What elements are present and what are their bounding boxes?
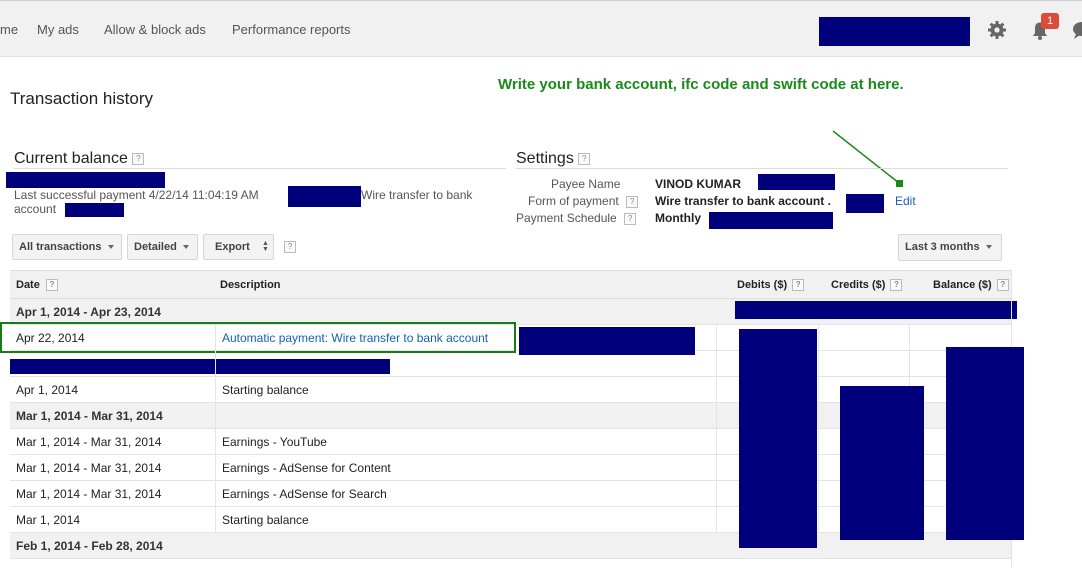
annotation-highlight-box <box>0 322 516 353</box>
redacted-account-number <box>65 203 124 217</box>
nav-my-ads[interactable]: My ads <box>37 22 79 37</box>
redacted-balance <box>6 172 165 188</box>
last-payment-line1: Last successful payment 4/22/14 11:04:19… <box>14 188 259 202</box>
column-balance-label: Balance ($) <box>933 279 992 291</box>
form-of-payment-value: Wire transfer to bank account . <box>655 194 831 208</box>
page-title: Transaction history <box>10 89 153 108</box>
column-credits-label: Credits ($) <box>831 279 886 291</box>
redacted-totals <box>735 301 1017 319</box>
column-date-label: Date <box>16 279 40 291</box>
payee-name-label: Payee Name <box>551 177 621 191</box>
row-description: Earnings - YouTube <box>222 435 327 449</box>
all-transactions-label: All transactions <box>19 241 102 253</box>
row-date: Mar 1, 2014 - Mar 31, 2014 <box>16 461 162 475</box>
payment-schedule-label: Payment Schedule ? <box>516 211 637 225</box>
detailed-dropdown[interactable]: Detailed <box>127 234 198 260</box>
row-date: Mar 1, 2014 - Mar 31, 2014 <box>16 435 162 449</box>
chat-icon[interactable] <box>1072 20 1082 40</box>
edit-link[interactable]: Edit <box>895 194 916 208</box>
form-of-payment-label: Form of payment ? <box>528 194 639 208</box>
divider <box>14 168 506 169</box>
table-row <box>10 559 1012 568</box>
column-description: Description <box>220 279 281 291</box>
row-description: Starting balance <box>222 383 309 397</box>
row-date: Mar 1, 2014 <box>16 513 81 527</box>
last-payment-method: Wire transfer to bank <box>361 188 473 202</box>
column-debits[interactable]: Debits ($) ? <box>737 279 805 292</box>
redacted-row <box>10 359 390 374</box>
column-separator <box>716 325 717 533</box>
help-icon[interactable]: ? <box>792 279 805 292</box>
annotation-arrow <box>832 130 903 187</box>
help-icon[interactable]: ? <box>626 195 639 208</box>
settings-label: Settings <box>516 150 574 167</box>
redacted-credits-column <box>840 386 924 540</box>
nav-home[interactable]: me <box>0 22 18 37</box>
divider <box>516 168 1008 169</box>
redacted-balance-column <box>946 347 1024 540</box>
form-of-payment-text: Form of payment <box>528 194 619 208</box>
group-label: Feb 1, 2014 - Feb 28, 2014 <box>16 539 163 553</box>
redacted-payment-amount <box>288 186 361 207</box>
updown-icon: ▲ ▼ <box>262 240 269 253</box>
detailed-label: Detailed <box>134 241 177 253</box>
gear-icon[interactable] <box>986 19 1008 41</box>
row-description: Earnings - AdSense for Content <box>222 461 391 475</box>
help-icon[interactable]: ? <box>45 279 58 292</box>
export-button[interactable]: Export ▲ ▼ <box>203 234 274 260</box>
column-separator <box>215 325 216 533</box>
redacted-debits-column <box>739 329 817 548</box>
notification-count-badge: 1 <box>1041 13 1059 29</box>
help-icon[interactable]: ? <box>132 152 145 165</box>
payment-schedule-value: Monthly <box>655 211 701 225</box>
redacted-bank <box>846 194 884 213</box>
group-label: Mar 1, 2014 - Mar 31, 2014 <box>16 409 163 423</box>
column-date[interactable]: Date ? <box>16 279 58 292</box>
export-label: Export <box>215 241 250 253</box>
row-description: Starting balance <box>222 513 309 527</box>
current-balance-title: Current balance ? <box>14 150 145 168</box>
annotation-note: Write your bank account, ifc code and sw… <box>498 76 904 93</box>
redacted-payee <box>758 174 835 190</box>
help-icon[interactable]: ? <box>890 279 903 292</box>
last-payment-line2: account <box>14 202 57 216</box>
form-of-payment-value-text: Wire transfer to bank account <box>655 194 825 208</box>
row-date: Apr 1, 2014 <box>16 383 79 397</box>
help-icon[interactable]: ? <box>284 241 296 253</box>
row-description: Earnings - AdSense for Search <box>222 487 387 501</box>
last-payment-text: Last successful payment 4/22/14 11:04:19… <box>14 188 259 202</box>
chevron-down-icon <box>182 245 189 250</box>
help-icon[interactable]: ? <box>996 279 1009 292</box>
payment-schedule-text: Payment Schedule <box>516 211 617 225</box>
all-transactions-dropdown[interactable]: All transactions <box>12 234 122 260</box>
date-range-label: Last 3 months <box>905 241 980 253</box>
column-separator <box>818 325 819 533</box>
redacted-schedule <box>709 212 833 229</box>
row-date: Mar 1, 2014 - Mar 31, 2014 <box>16 487 162 501</box>
payee-name-value: VINOD KUMAR <box>655 177 741 191</box>
settings-title: Settings ? <box>516 150 591 168</box>
column-balance[interactable]: Balance ($) ? <box>933 279 1009 292</box>
current-balance-label: Current balance <box>14 150 128 167</box>
nav-performance-reports[interactable]: Performance reports <box>232 22 351 37</box>
redacted-account-name <box>819 17 970 46</box>
help-icon[interactable]: ? <box>624 212 637 225</box>
help-icon[interactable]: ? <box>578 152 591 165</box>
date-range-dropdown[interactable]: Last 3 months <box>898 234 1002 261</box>
form-of-payment-suffix: . <box>827 194 831 208</box>
chevron-down-icon <box>985 245 992 250</box>
group-label: Apr 1, 2014 - Apr 23, 2014 <box>16 305 161 319</box>
nav-allow-block-ads[interactable]: Allow & block ads <box>104 22 206 37</box>
chevron-down-icon <box>107 245 114 250</box>
column-credits[interactable]: Credits ($) ? <box>831 279 903 292</box>
column-debits-label: Debits ($) <box>737 279 788 291</box>
